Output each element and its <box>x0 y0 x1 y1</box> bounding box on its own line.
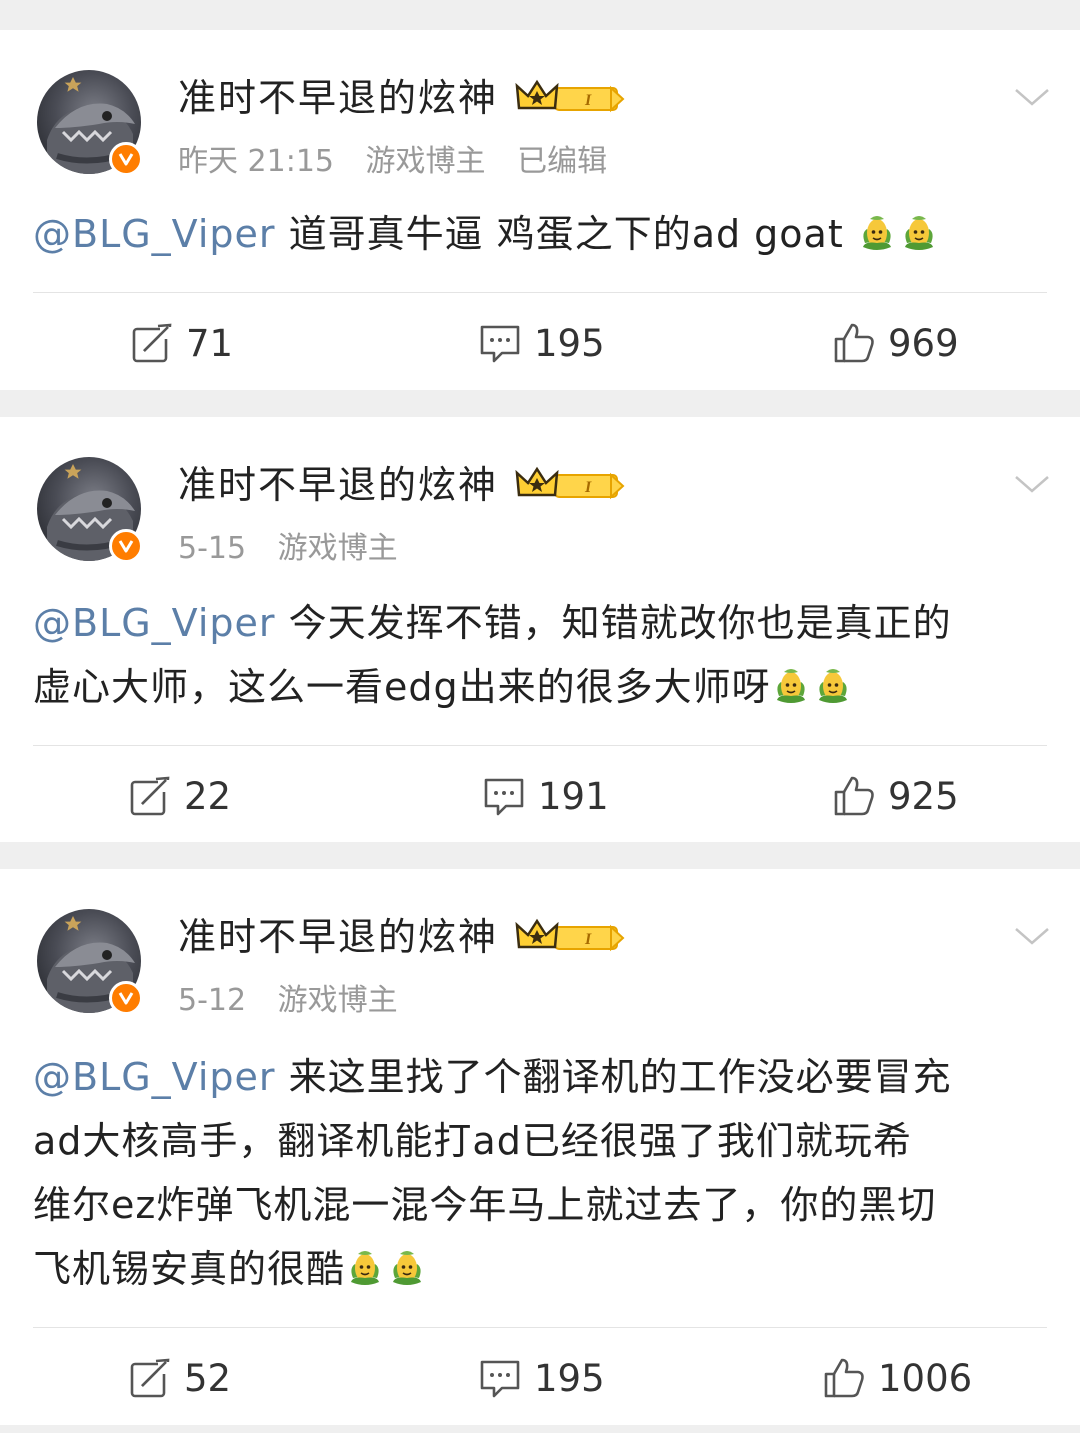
divider <box>33 292 1047 293</box>
comment-count: 195 <box>534 321 605 365</box>
repost-count: 52 <box>184 1356 232 1400</box>
repost-button[interactable]: 22 <box>128 771 231 821</box>
level-badge-text: I <box>584 479 592 496</box>
crown-icon[interactable]: I <box>515 465 627 505</box>
comment-button[interactable]: 195 <box>478 1353 605 1403</box>
edited-label: 已编辑 <box>517 144 608 179</box>
repost-icon <box>130 321 174 365</box>
like-icon <box>832 321 876 365</box>
level-badge-text: I <box>584 931 592 948</box>
post-meta: 5-12 游戏博主 <box>178 981 420 1021</box>
post-text-line: 今天发挥不错，知错就改你也是真正的 <box>275 601 952 645</box>
mention-link[interactable]: @BLG_Viper <box>33 1055 276 1099</box>
divider <box>33 745 1047 746</box>
corn-emoji-icon <box>857 213 897 253</box>
corn-emoji-icon <box>813 666 853 706</box>
repost-button[interactable]: 52 <box>128 1353 231 1403</box>
chevron-down-icon[interactable] <box>1012 469 1052 499</box>
post-meta: 昨天 21:15 游戏博主 已编辑 <box>178 142 629 182</box>
post-card[interactable]: 准时不早退的炫神 I 昨天 21:15 游戏博主 已编辑 @BLG_Viper … <box>0 30 1080 390</box>
chevron-down-icon[interactable] <box>1012 82 1052 112</box>
post-content: @BLG_Viper 今天发挥不错，知错就改你也是真正的虚心大师，这么一看edg… <box>33 591 1053 719</box>
post-card[interactable]: 准时不早退的炫神 I 5-12 游戏博主 @BLG_Viper 来这里找了个翻译… <box>0 869 1080 1425</box>
comment-count: 191 <box>538 774 609 818</box>
avatar[interactable] <box>37 457 143 563</box>
repost-icon <box>128 1356 172 1400</box>
post-text-line: ad大核高手，翻译机能打ad已经很强了我们就玩希 <box>33 1119 912 1163</box>
post-time: 5-15 <box>178 531 247 566</box>
crown-icon[interactable]: I <box>515 917 627 957</box>
verified-icon <box>109 981 143 1015</box>
username[interactable]: 准时不早退的炫神 <box>178 72 498 124</box>
corn-emoji-icon <box>387 1248 427 1288</box>
like-count: 1006 <box>878 1356 973 1400</box>
verified-icon <box>109 142 143 176</box>
like-icon <box>822 1356 866 1400</box>
repost-count: 22 <box>184 774 232 818</box>
comment-button[interactable]: 191 <box>482 771 609 821</box>
post-tag: 游戏博主 <box>365 144 486 179</box>
post-card[interactable]: 准时不早退的炫神 I 5-15 游戏博主 @BLG_Viper 今天发挥不错，知… <box>0 417 1080 842</box>
corn-emoji-icon <box>899 213 939 253</box>
comment-count: 195 <box>534 1356 605 1400</box>
avatar[interactable] <box>37 909 143 1015</box>
post-text-line: 维尔ez炸弹飞机混一混今年马上就过去了，你的黑切 <box>33 1183 937 1227</box>
post-text-line: 道哥真牛逼 鸡蛋之下的ad goat <box>275 212 857 256</box>
post-time: 昨天 21:15 <box>178 144 334 179</box>
comment-icon <box>482 774 526 818</box>
repost-button[interactable]: 71 <box>130 318 233 368</box>
avatar[interactable] <box>37 70 143 176</box>
weibo-feed: 准时不早退的炫神 I 昨天 21:15 游戏博主 已编辑 @BLG_Viper … <box>0 0 1080 1433</box>
like-button[interactable]: 925 <box>832 771 959 821</box>
post-content: @BLG_Viper 来这里找了个翻译机的工作没必要冒充 ad大核高手，翻译机能打… <box>33 1045 1053 1301</box>
post-meta: 5-15 游戏博主 <box>178 529 420 569</box>
divider <box>33 1327 1047 1328</box>
chevron-down-icon[interactable] <box>1012 921 1052 951</box>
comment-button[interactable]: 195 <box>478 318 605 368</box>
like-count: 925 <box>888 774 959 818</box>
comment-icon <box>478 1356 522 1400</box>
level-badge-text: I <box>584 92 592 109</box>
post-tag: 游戏博主 <box>277 983 398 1018</box>
verified-icon <box>109 529 143 563</box>
like-icon <box>832 774 876 818</box>
like-button[interactable]: 1006 <box>822 1353 972 1403</box>
username[interactable]: 准时不早退的炫神 <box>178 459 498 511</box>
corn-emoji-icon <box>771 666 811 706</box>
post-content: @BLG_Viper 道哥真牛逼 鸡蛋之下的ad goat <box>33 202 1053 266</box>
corn-emoji-icon <box>345 1248 385 1288</box>
like-button[interactable]: 969 <box>832 318 959 368</box>
repost-icon <box>128 774 172 818</box>
mention-link[interactable]: @BLG_Viper <box>33 212 276 256</box>
comment-icon <box>478 321 522 365</box>
post-tag: 游戏博主 <box>277 531 398 566</box>
like-count: 969 <box>888 321 959 365</box>
mention-link[interactable]: @BLG_Viper <box>33 601 276 645</box>
post-text-line: 虚心大师，这么一看edg出来的很多大师呀 <box>33 665 771 709</box>
post-text-line: 来这里找了个翻译机的工作没必要冒充 <box>275 1055 952 1099</box>
repost-count: 71 <box>186 321 234 365</box>
crown-icon[interactable]: I <box>515 78 627 118</box>
post-text-line: 飞机锡安真的很酷 <box>33 1247 346 1291</box>
post-time: 5-12 <box>178 983 247 1018</box>
username[interactable]: 准时不早退的炫神 <box>178 911 498 963</box>
